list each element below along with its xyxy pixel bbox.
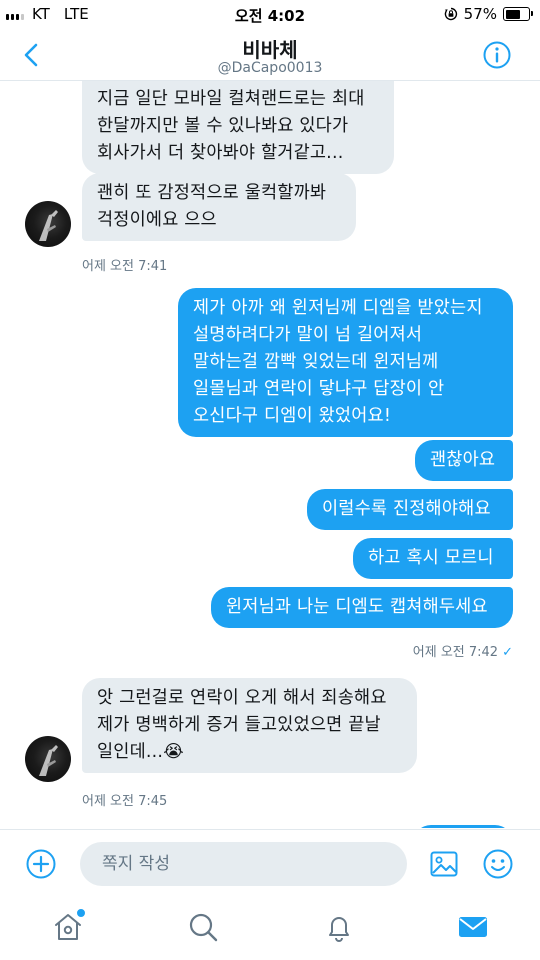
message-bubble-outgoing[interactable]: 윈저님과 나눈 디엠도 캡쳐해두세요 — [211, 587, 513, 628]
conversation-handle: @DaCapo0013 — [217, 60, 323, 76]
message-bubble-outgoing[interactable]: 괜찮아요 — [415, 440, 513, 481]
bell-icon[interactable] — [322, 910, 356, 944]
avatar[interactable] — [25, 736, 71, 782]
home-notification-dot — [76, 908, 86, 918]
message-bubble-outgoing-partial[interactable] — [413, 825, 513, 828]
conversation-header: 비바체 @DaCapo0013 — [0, 30, 540, 81]
message-timestamp: 어제 오전 7:41 — [82, 259, 168, 274]
message-bubble-incoming[interactable]: 지금 일단 모바일 컬쳐랜드로는 최대 한달까지만 볼 수 있나봐요 있다가 회… — [82, 81, 394, 174]
envelope-icon[interactable] — [456, 910, 490, 944]
plus-circle-icon[interactable] — [25, 848, 57, 880]
message-bubble-incoming[interactable]: 앗 그런걸로 연락이 오게 해서 죄송해요 제가 명백하게 증거 들고있었으면 … — [82, 678, 417, 773]
message-timestamp: 어제 오전 7:45 — [82, 794, 168, 809]
message-timestamp: 어제 오전 7:42 ✓ — [413, 641, 513, 660]
message-bubble-outgoing[interactable]: 이럴수록 진정해야해요 — [307, 489, 513, 530]
image-icon[interactable] — [428, 848, 460, 880]
message-bubble-outgoing[interactable]: 제가 아까 왜 윈저님께 디엠을 받았는지 설명하려다가 말이 넘 길어져서 말… — [178, 288, 513, 437]
message-bubble-incoming[interactable]: 괜히 또 감정적으로 울컥할까봐 걱정이에요 으으 — [82, 173, 356, 241]
smiley-icon[interactable] — [482, 848, 514, 880]
search-icon[interactable] — [186, 910, 220, 944]
message-bubble-outgoing[interactable]: 하고 혹시 모르니 — [353, 538, 513, 579]
battery-fill — [505, 9, 520, 19]
avatar-image-icon — [39, 210, 58, 241]
rotation-lock-icon — [444, 7, 457, 21]
battery-percent: 57% — [463, 5, 497, 23]
avatar-image-icon — [39, 745, 58, 776]
status-bar: KT LTE 오전 4:02 57% — [0, 0, 540, 30]
status-right: 57% — [444, 5, 533, 23]
avatar[interactable] — [25, 201, 71, 247]
conversation-title: 비바체 — [242, 38, 298, 62]
message-composer — [0, 829, 540, 900]
timestamp-text: 어제 오전 7:42 — [412, 645, 499, 660]
message-thread[interactable]: 지금 일단 모바일 컬쳐랜드로는 최대 한달까지만 볼 수 있나봐요 있다가 회… — [0, 81, 540, 828]
info-icon[interactable] — [482, 40, 512, 70]
read-check-icon: ✓ — [502, 645, 513, 660]
battery-icon — [503, 7, 533, 21]
message-input[interactable] — [80, 842, 407, 886]
